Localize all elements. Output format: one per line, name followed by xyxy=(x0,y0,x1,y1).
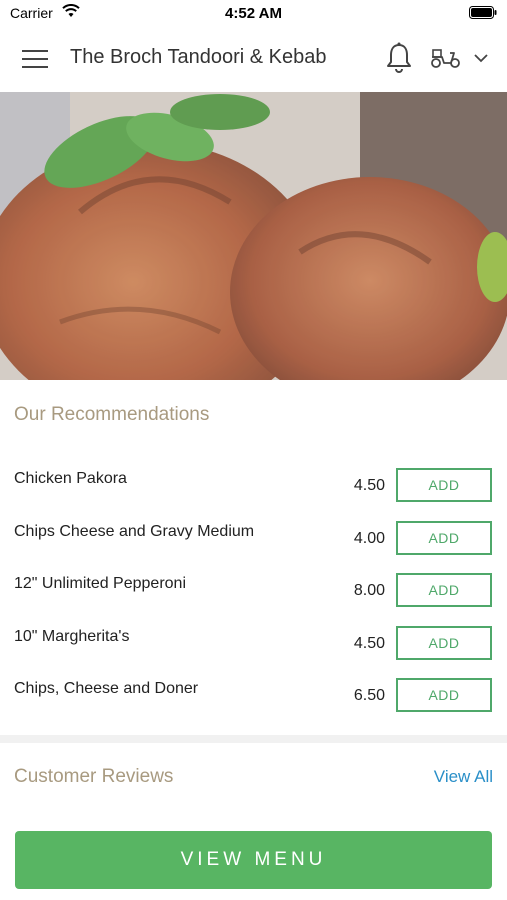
list-item: Chicken Pakora 4.50 ADD xyxy=(0,460,507,513)
hamburger-menu-icon[interactable] xyxy=(22,50,48,70)
add-button[interactable]: ADD xyxy=(396,468,492,502)
list-item: 12" Unlimited Pepperoni 8.00 ADD xyxy=(0,565,507,618)
item-price: 4.50 xyxy=(353,477,385,494)
list-item: 10" Margherita's 4.50 ADD xyxy=(0,618,507,671)
item-name: Chips, Cheese and Doner xyxy=(14,680,199,697)
section-divider xyxy=(0,735,507,743)
chevron-down-icon[interactable] xyxy=(474,54,488,63)
add-button[interactable]: ADD xyxy=(396,625,492,660)
list-item: Chips Cheese and Gravy Medium 4.00 ADD xyxy=(0,513,507,566)
view-all-reviews-link[interactable]: View All xyxy=(434,767,493,787)
battery-icon xyxy=(469,6,497,19)
hero-food-image xyxy=(0,92,507,380)
recommendations-heading: Our Recommendations xyxy=(14,404,210,425)
item-price: 4.00 xyxy=(353,529,385,547)
delivery-scooter-icon[interactable] xyxy=(430,47,462,69)
view-menu-button[interactable]: VIEW MENU xyxy=(15,831,492,889)
item-name: 12" Unlimited Pepperoni xyxy=(14,575,186,592)
item-name: 10" Margherita's xyxy=(14,627,130,645)
item-price: 6.50 xyxy=(353,687,385,704)
recommendations-list: Chicken Pakora 4.50 ADD Chips Cheese and… xyxy=(0,460,507,723)
app-header: The Broch Tandoori & Kebab xyxy=(0,26,507,92)
add-button[interactable]: ADD xyxy=(396,678,492,712)
item-price: 4.50 xyxy=(353,634,385,652)
add-button[interactable]: ADD xyxy=(396,573,492,607)
item-name: Chicken Pakora xyxy=(14,470,127,487)
item-name: Chips Cheese and Gravy Medium xyxy=(14,522,255,540)
status-bar: Carrier 4:52 AM xyxy=(0,0,507,26)
notification-bell-icon[interactable] xyxy=(385,42,413,74)
item-price: 8.00 xyxy=(353,582,385,599)
add-button[interactable]: ADD xyxy=(396,520,492,555)
reviews-heading: Customer Reviews xyxy=(14,766,174,787)
list-item: Chips, Cheese and Doner 6.50 ADD xyxy=(0,670,507,723)
restaurant-title: The Broch Tandoori & Kebab xyxy=(70,46,327,68)
clock: 4:52 AM xyxy=(225,5,282,22)
